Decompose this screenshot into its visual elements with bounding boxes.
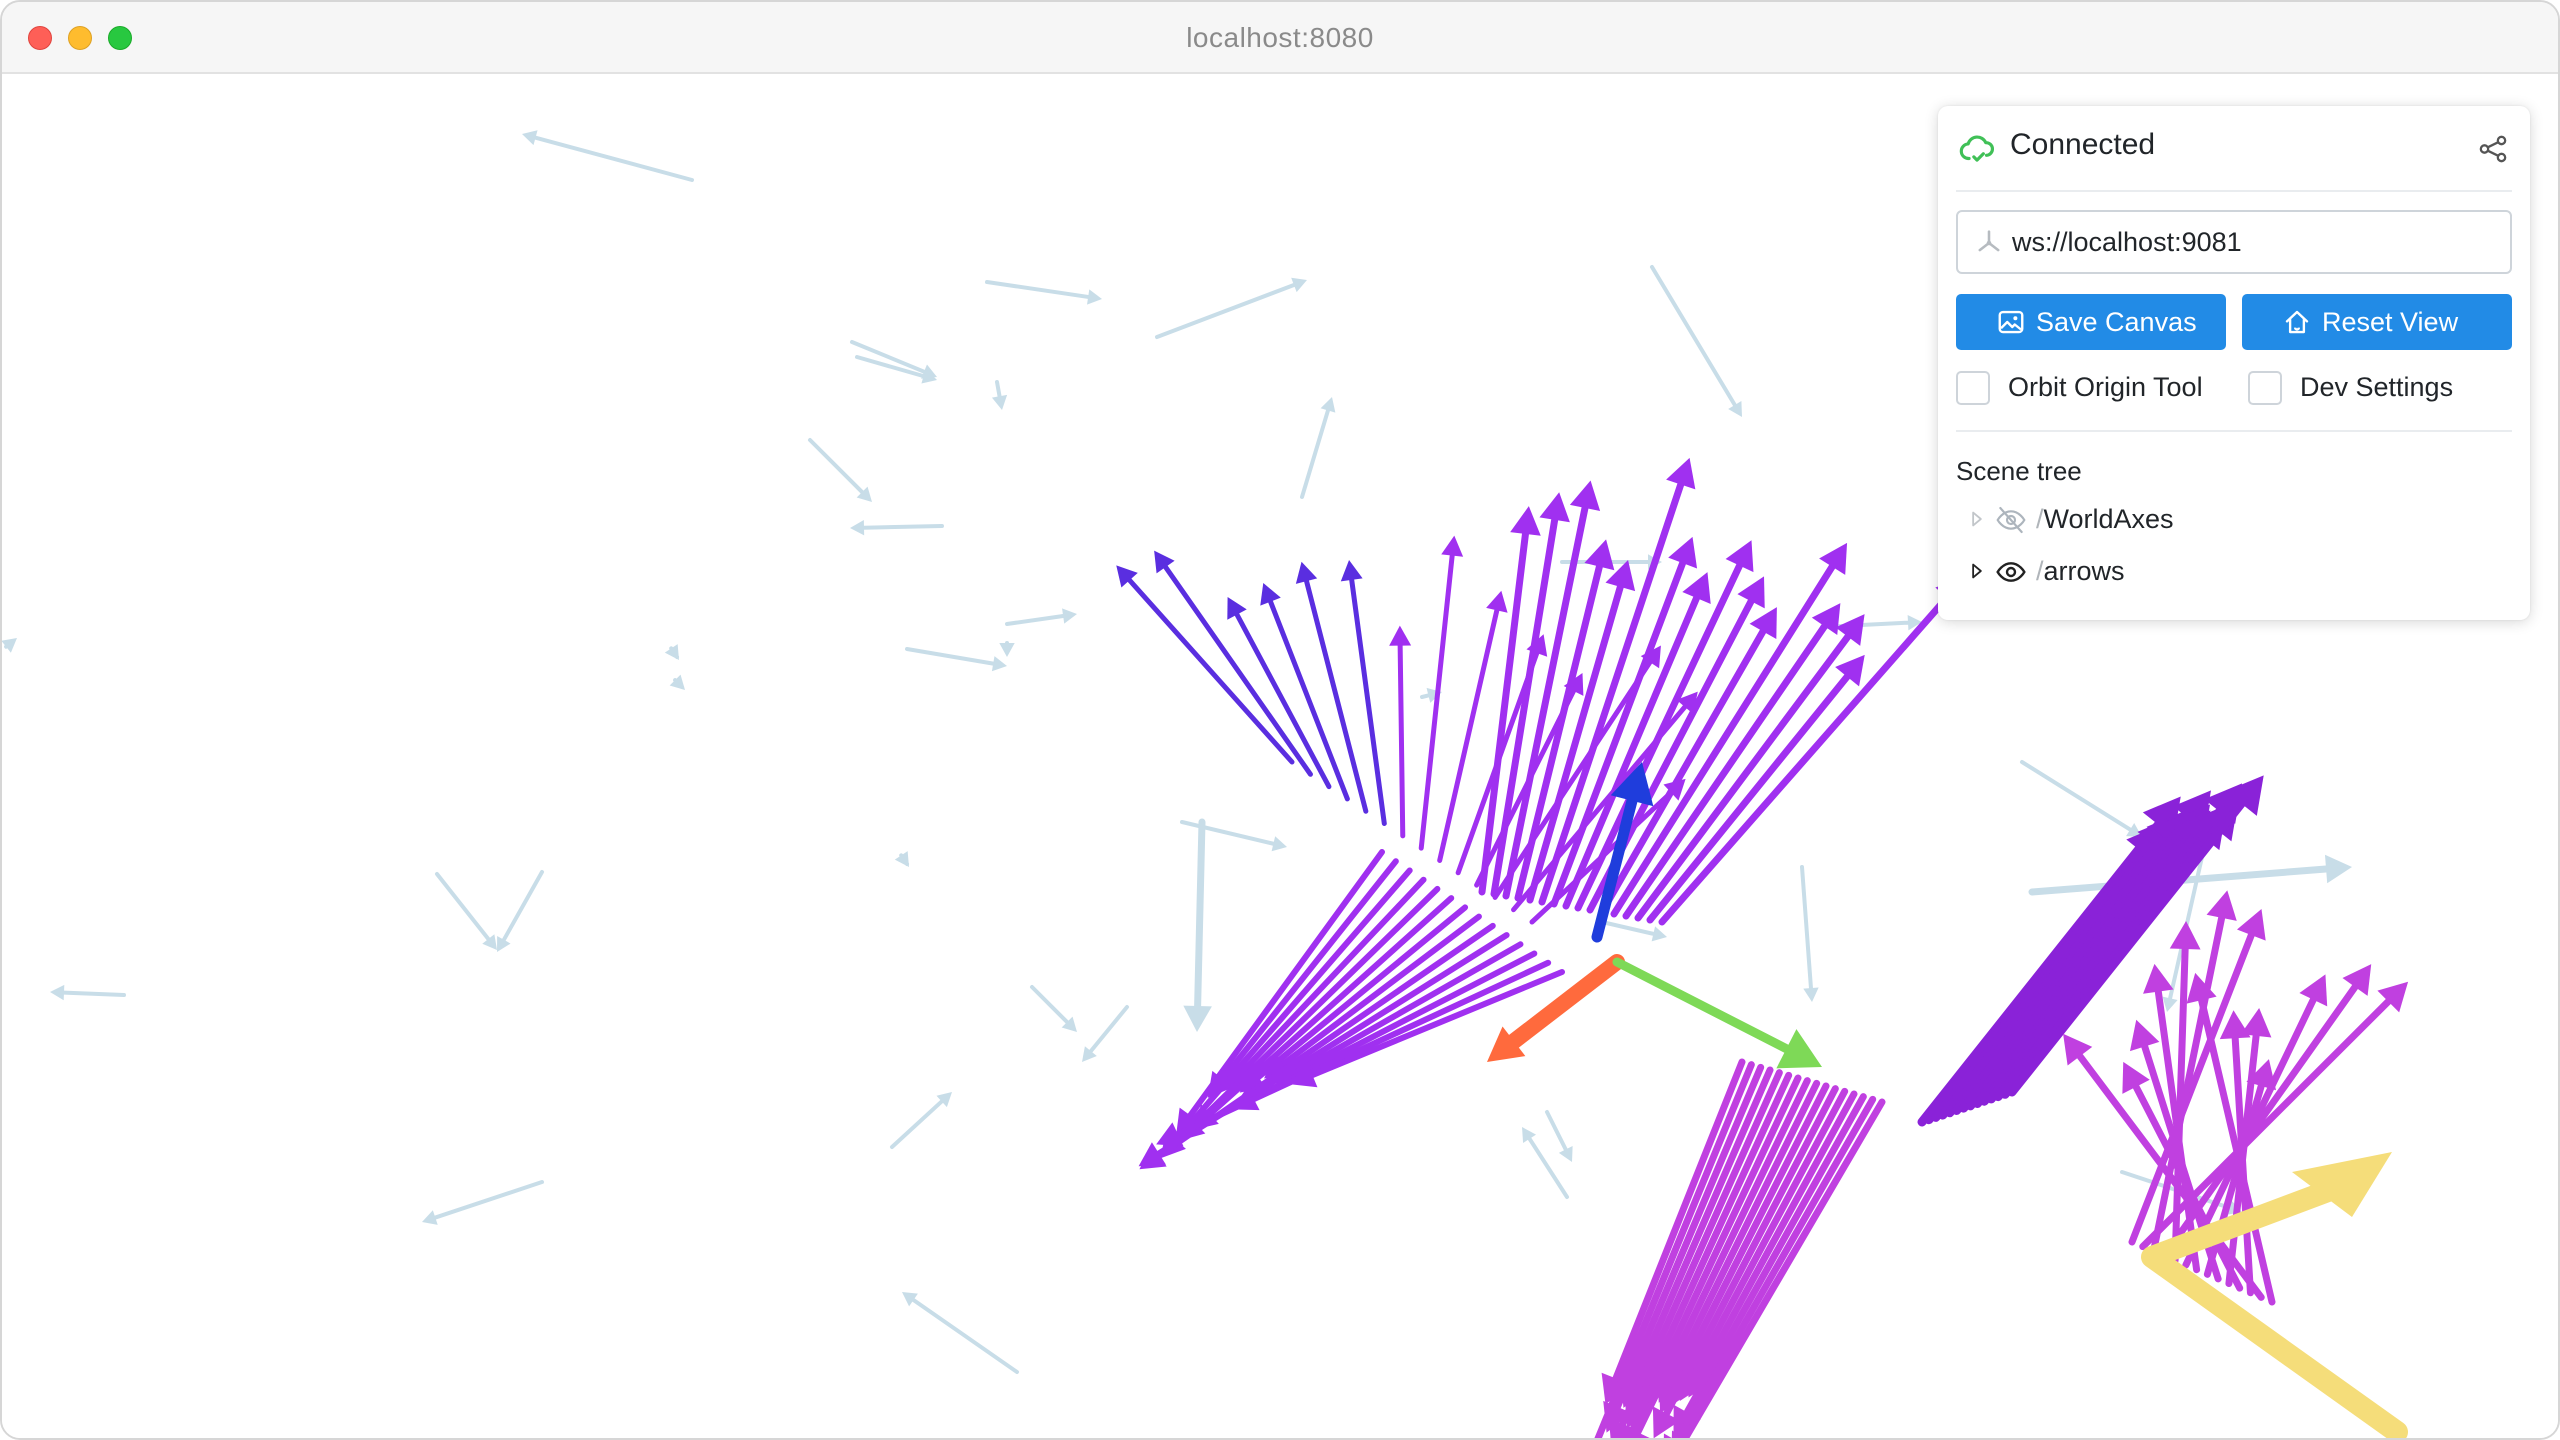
arrow: [522, 130, 694, 182]
arrow: [894, 851, 909, 867]
path-slash: /: [2036, 556, 2044, 586]
arrow: [1800, 865, 1819, 1002]
photo-icon: [1998, 310, 2024, 334]
share-icon[interactable]: [2476, 132, 2510, 166]
server-url-input[interactable]: [2012, 222, 2492, 262]
arrow: [1180, 820, 1287, 852]
arrow: [497, 870, 544, 952]
orbit-origin-tool-label: Orbit Origin Tool: [2008, 372, 2203, 402]
arrow: [1300, 397, 1336, 499]
arrow: [1545, 1110, 1573, 1162]
arrow: [999, 641, 1015, 657]
eye-off-icon[interactable]: [1994, 504, 2028, 536]
title-bar: localhost:8080: [2, 2, 2558, 74]
arrow: [50, 984, 126, 1001]
reset-view-button[interactable]: Reset View: [2242, 294, 2512, 350]
path-slash: /: [2036, 504, 2044, 534]
cloud-check-icon: [1959, 135, 1995, 162]
node-name: WorldAxes: [2043, 504, 2174, 534]
arrow: [1612, 957, 1822, 1069]
scene-tree-title: Scene tree: [1956, 456, 2082, 486]
scene-tree-label: /arrows: [2036, 556, 2125, 587]
arrow: [991, 380, 1008, 410]
eye-icon[interactable]: [1994, 556, 2028, 588]
scene-tree-item-worldaxes[interactable]: /WorldAxes: [1956, 498, 2496, 542]
arrow: [850, 519, 944, 536]
scene-tree-label: /WorldAxes: [2036, 504, 2174, 535]
arrow: [1437, 590, 1508, 863]
save-canvas-button[interactable]: Save Canvas: [1956, 294, 2226, 350]
arrow: [2020, 760, 2142, 837]
connection-status: Connected: [2010, 128, 2156, 161]
arrow: [808, 438, 872, 502]
scene-tree-item-arrows[interactable]: /arrows: [1956, 550, 2496, 594]
save-canvas-label: Save Canvas: [2036, 307, 2197, 337]
arrow: [1418, 535, 1464, 851]
dev-settings-checkbox[interactable]: [2248, 371, 2282, 405]
caret-right-icon[interactable]: [1970, 510, 1984, 528]
arrow: [2, 638, 17, 653]
panel-header: Connected: [1956, 106, 2512, 192]
server-url-field[interactable]: [1956, 210, 2512, 274]
arrow: [1030, 985, 1077, 1032]
arrow: [664, 644, 679, 660]
plug-icon: [1978, 230, 2000, 252]
arrow: [422, 1180, 544, 1225]
node-name: arrows: [2043, 556, 2125, 586]
arrow: [1005, 608, 1077, 626]
arrow: [890, 1092, 952, 1149]
reset-view-label: Reset View: [2322, 307, 2459, 337]
browser-window: localhost:8080 Connected ws://localhost:…: [0, 0, 2560, 1440]
arrow: [1183, 818, 1212, 1032]
arrow: [435, 872, 497, 950]
arrow: [985, 280, 1102, 305]
orbit-origin-tool-checkbox[interactable]: [1956, 371, 1990, 405]
home-icon: [2285, 310, 2309, 334]
arrow: [1176, 849, 1385, 1135]
panel-divider: [1956, 430, 2512, 432]
arrow: [1340, 560, 1387, 827]
arrow: [1154, 550, 1313, 777]
arrow: [1600, 920, 1667, 942]
arrow: [669, 674, 685, 690]
arrow: [1610, 542, 1848, 918]
control-panel: Connected Save Canvas: [1938, 106, 2530, 620]
caret-right-icon[interactable]: [1970, 562, 1984, 580]
arrow: [1389, 625, 1412, 839]
arrow: [1082, 1005, 1129, 1062]
window-title: localhost:8080: [1186, 22, 1374, 53]
arrow: [1155, 277, 1307, 339]
arrow: [905, 647, 1007, 672]
dev-settings-label: Dev Settings: [2300, 372, 2454, 402]
arrow: [902, 1292, 1019, 1374]
arrow: [1650, 265, 1742, 417]
